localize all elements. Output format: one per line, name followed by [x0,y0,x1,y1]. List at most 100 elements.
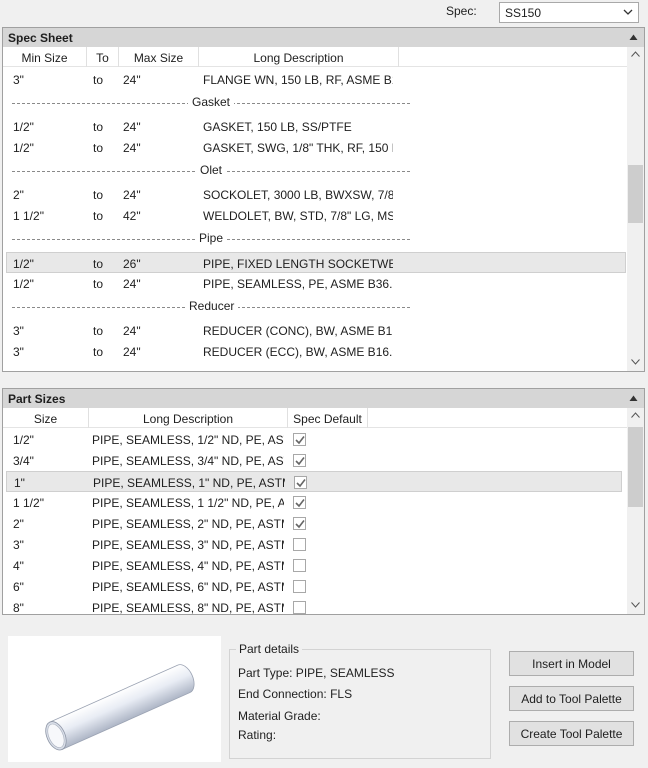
checkmark-icon [295,457,305,466]
spec-max-size: 24" [123,324,141,338]
spec-group-label: Olet [196,163,227,177]
spec-long-description: PIPE, SEAMLESS, PE, ASME B36.19, A [203,277,393,291]
spec-default-checkbox[interactable] [293,454,306,467]
spec-long-description: GASKET, SWG, 1/8" THK, RF, 150 LB, [203,141,393,155]
spec-sheet-row[interactable]: 2" to 24" SOCKOLET, 3000 LB, BWXSW, 7/8" L [6,184,626,205]
scroll-down-arrow-icon[interactable] [631,359,640,365]
chevron-down-icon [623,9,633,15]
spec-sheet-row[interactable]: 3" to 24" REDUCER (CONC), BW, ASME B16.9, [6,320,626,341]
rating-text: Rating: [238,728,277,742]
spec-to: to [93,277,104,291]
material-grade-text: Material Grade: [238,709,321,723]
part-sizes-scrollbar[interactable] [627,408,644,614]
part-size-row[interactable]: 2" PIPE, SEAMLESS, 2" ND, PE, ASTM A [6,513,622,534]
part-size-value: 1/2" [13,433,34,447]
scroll-down-arrow-icon[interactable] [631,602,640,608]
spec-long-description: REDUCER (ECC), BW, ASME B16.9, A [203,345,393,359]
spec-max-size: 24" [123,188,141,202]
spec-group-label: Gasket [188,95,235,109]
column-to[interactable]: To [87,47,119,67]
column-long-description[interactable]: Long Description [199,47,399,67]
part-size-row[interactable]: 1 1/2" PIPE, SEAMLESS, 1 1/2" ND, PE, AST [6,492,622,513]
column-min-size[interactable]: Min Size [3,47,87,67]
spec-to: to [93,188,104,202]
part-sizes-column-header: Size Long Description Spec Default [3,408,627,428]
spec-dropdown-value: SS150 [505,6,542,20]
spec-to: to [93,73,104,87]
column-spec-default[interactable]: Spec Default [288,408,368,428]
spec-group-label: Reducer [185,299,239,313]
part-size-row[interactable]: 6" PIPE, SEAMLESS, 6" ND, PE, ASTM A [6,576,622,597]
part-sizes-scroll-thumb[interactable] [628,427,643,507]
part-size-value: 8" [13,601,24,614]
collapse-up-icon[interactable] [629,394,638,402]
spec-min-size: 1/2" [13,257,34,271]
spec-sheet-list: 3" to 24" FLANGE WN, 150 LB, RF, ASME B16. G… [3,68,627,371]
spec-sheet-title: Spec Sheet [8,31,73,45]
part-size-value: 3/4" [13,454,34,468]
collapse-up-icon[interactable] [629,33,638,41]
spec-sheet-row[interactable]: 3" to 24" REDUCER (ECC), BW, ASME B16.9, A [6,341,626,362]
checkmark-icon [296,479,306,488]
part-size-row[interactable]: 1/2" PIPE, SEAMLESS, 1/2" ND, PE, ASTM [6,429,622,450]
column-long-description[interactable]: Long Description [89,408,288,428]
spec-sheet-row[interactable]: 1/2" to 24" PIPE, SEAMLESS, PE, ASME B36.19… [6,273,626,294]
part-size-long-description: PIPE, SEAMLESS, 1" ND, PE, ASTM A [93,476,285,490]
part-size-row[interactable]: 4" PIPE, SEAMLESS, 4" ND, PE, ASTM A [6,555,622,576]
part-size-row[interactable]: 3/4" PIPE, SEAMLESS, 3/4" ND, PE, ASTM [6,450,622,471]
spec-sheet-panel: Spec Sheet Min Size To Max Size Long Des… [2,27,645,372]
spec-max-size: 24" [123,277,141,291]
spec-default-checkbox[interactable] [293,559,306,572]
scroll-up-arrow-icon[interactable] [631,51,640,57]
column-size[interactable]: Size [3,408,89,428]
spec-sheet-header[interactable]: Spec Sheet [3,28,644,47]
part-size-long-description: PIPE, SEAMLESS, 3" ND, PE, ASTM A [92,538,284,552]
part-size-row[interactable]: 1" PIPE, SEAMLESS, 1" ND, PE, ASTM A [6,471,622,492]
spec-long-description: FLANGE WN, 150 LB, RF, ASME B16. [203,73,393,87]
spec-default-checkbox[interactable] [293,433,306,446]
part-size-long-description: PIPE, SEAMLESS, 1 1/2" ND, PE, AST [92,496,284,510]
spec-group-separator: Olet [12,163,410,179]
add-to-tool-palette-button[interactable]: Add to Tool Palette [509,686,634,711]
spec-sheet-column-header: Min Size To Max Size Long Description [3,47,627,67]
spec-min-size: 3" [13,73,24,87]
spec-sheet-scroll-thumb[interactable] [628,165,643,223]
create-tool-palette-button[interactable]: Create Tool Palette [509,721,634,746]
spec-sheet-row[interactable]: 1/2" to 26" PIPE, FIXED LENGTH SOCKETWELD [6,252,626,273]
spec-sheet-scrollbar[interactable] [627,47,644,371]
column-max-size[interactable]: Max Size [119,47,199,67]
spec-default-checkbox[interactable] [293,496,306,509]
spec-dropdown[interactable]: SS150 [499,2,639,23]
part-sizes-panel: Part Sizes Size Long Description Spec De… [2,388,645,615]
scroll-up-arrow-icon[interactable] [631,412,640,418]
checkmark-icon [295,499,305,508]
spec-max-size: 26" [123,257,141,271]
part-sizes-header[interactable]: Part Sizes [3,389,644,408]
part-preview [8,636,221,762]
part-size-long-description: PIPE, SEAMLESS, 4" ND, PE, ASTM A [92,559,284,573]
part-sizes-list: 1/2" PIPE, SEAMLESS, 1/2" ND, PE, ASTM 3/4… [3,429,627,614]
part-size-row[interactable]: 8" PIPE, SEAMLESS, 8" ND, PE, ASTM A [6,597,622,614]
spec-max-size: 24" [123,73,141,87]
spec-max-size: 42" [123,209,141,223]
spec-default-checkbox[interactable] [294,476,307,489]
spec-sheet-row[interactable]: 1 1/2" to 42" WELDOLET, BW, STD, 7/8" LG, M… [6,205,626,226]
spec-to: to [93,141,104,155]
spec-max-size: 24" [123,120,141,134]
spec-default-checkbox[interactable] [293,517,306,530]
spec-long-description: GASKET, 150 LB, SS/PTFE [203,120,352,134]
spec-max-size: 24" [123,345,141,359]
checkmark-icon [295,436,305,445]
spec-default-checkbox[interactable] [293,580,306,593]
spec-default-checkbox[interactable] [293,538,306,551]
spec-sheet-row[interactable]: 1/2" to 24" GASKET, 150 LB, SS/PTFE [6,116,626,137]
end-connection-text: End Connection: FLS [238,687,353,701]
spec-to: to [93,209,104,223]
spec-sheet-row[interactable]: 3" to 24" FLANGE WN, 150 LB, RF, ASME B16. [6,69,626,90]
part-size-long-description: PIPE, SEAMLESS, 3/4" ND, PE, ASTM [92,454,284,468]
part-type-text: Part Type: PIPE, SEAMLESS [238,666,395,680]
part-size-row[interactable]: 3" PIPE, SEAMLESS, 3" ND, PE, ASTM A [6,534,622,555]
insert-in-model-button[interactable]: Insert in Model [509,651,634,676]
spec-default-checkbox[interactable] [293,601,306,614]
spec-sheet-row[interactable]: 1/2" to 24" GASKET, SWG, 1/8" THK, RF, 150 … [6,137,626,158]
